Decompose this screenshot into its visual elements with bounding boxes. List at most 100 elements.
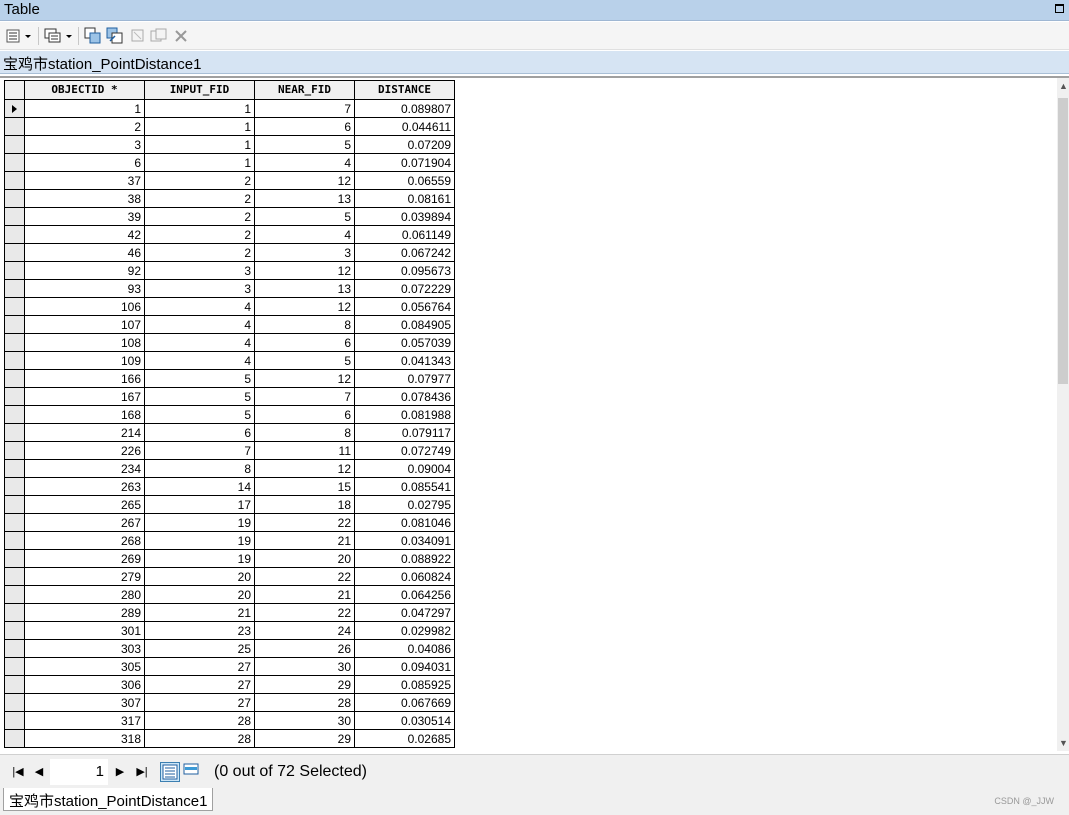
cell-near-fid[interactable]: 15 (254, 477, 355, 496)
cell-input-fid[interactable]: 27 (144, 693, 255, 712)
cell-distance[interactable]: 0.08161 (354, 189, 455, 208)
cell-objectid[interactable]: 46 (24, 243, 145, 262)
cell-objectid[interactable]: 37 (24, 171, 145, 190)
cell-input-fid[interactable]: 28 (144, 711, 255, 730)
cell-near-fid[interactable]: 28 (254, 693, 355, 712)
cell-input-fid[interactable]: 4 (144, 315, 255, 334)
cell-near-fid[interactable]: 20 (254, 549, 355, 568)
table-row[interactable]: 226 7 11 0.072749 (4, 441, 455, 460)
cell-input-fid[interactable]: 19 (144, 531, 255, 550)
cell-objectid[interactable]: 214 (24, 423, 145, 442)
table-row[interactable]: 234 8 12 0.09004 (4, 459, 455, 478)
cell-objectid[interactable]: 226 (24, 441, 145, 460)
table-row[interactable]: 42 2 4 0.061149 (4, 225, 455, 244)
row-selector[interactable] (4, 333, 25, 352)
cell-distance[interactable]: 0.085541 (354, 477, 455, 496)
select-by-attributes-icon[interactable] (84, 27, 102, 45)
cell-objectid[interactable]: 42 (24, 225, 145, 244)
next-record-icon[interactable]: ▶ (112, 764, 128, 780)
cell-near-fid[interactable]: 11 (254, 441, 355, 460)
row-selector[interactable] (4, 531, 25, 550)
table-row[interactable]: 107 4 8 0.084905 (4, 315, 455, 334)
cell-input-fid[interactable]: 14 (144, 477, 255, 496)
last-record-icon[interactable]: ▶| (134, 764, 150, 780)
cell-input-fid[interactable]: 2 (144, 225, 255, 244)
table-row[interactable]: 317 28 30 0.030514 (4, 711, 455, 730)
cell-objectid[interactable]: 289 (24, 603, 145, 622)
row-selector[interactable] (4, 567, 25, 586)
row-selector[interactable] (4, 387, 25, 406)
maximize-icon[interactable] (1055, 4, 1064, 13)
cell-near-fid[interactable]: 13 (254, 279, 355, 298)
column-header-input-fid[interactable]: INPUT_FID (144, 80, 255, 100)
cell-distance[interactable]: 0.029982 (354, 621, 455, 640)
cell-distance[interactable]: 0.072749 (354, 441, 455, 460)
table-row[interactable]: 38 2 13 0.08161 (4, 189, 455, 208)
cell-objectid[interactable]: 307 (24, 693, 145, 712)
cell-distance[interactable]: 0.072229 (354, 279, 455, 298)
cell-near-fid[interactable]: 30 (254, 711, 355, 730)
cell-near-fid[interactable]: 29 (254, 729, 355, 748)
cell-near-fid[interactable]: 30 (254, 657, 355, 676)
row-selector[interactable] (4, 99, 25, 118)
table-row[interactable]: 92 3 12 0.095673 (4, 261, 455, 280)
row-selector[interactable] (4, 639, 25, 658)
cell-near-fid[interactable]: 24 (254, 621, 355, 640)
cell-objectid[interactable]: 39 (24, 207, 145, 226)
cell-input-fid[interactable]: 1 (144, 135, 255, 154)
row-selector[interactable] (4, 171, 25, 190)
row-selector[interactable] (4, 657, 25, 676)
cell-objectid[interactable]: 305 (24, 657, 145, 676)
cell-near-fid[interactable]: 6 (254, 333, 355, 352)
cell-input-fid[interactable]: 5 (144, 387, 255, 406)
row-selector[interactable] (4, 351, 25, 370)
cell-objectid[interactable]: 303 (24, 639, 145, 658)
cell-near-fid[interactable]: 12 (254, 261, 355, 280)
cell-objectid[interactable]: 301 (24, 621, 145, 640)
first-record-icon[interactable]: |◀ (10, 764, 26, 780)
table-tab[interactable]: 宝鸡市station_PointDistance1 (3, 788, 214, 811)
cell-distance[interactable]: 0.094031 (354, 657, 455, 676)
row-selector[interactable] (4, 711, 25, 730)
cell-input-fid[interactable]: 3 (144, 261, 255, 280)
cell-input-fid[interactable]: 20 (144, 567, 255, 586)
row-selector[interactable] (4, 279, 25, 298)
clear-selection-icon[interactable] (130, 27, 146, 45)
cell-objectid[interactable]: 269 (24, 549, 145, 568)
table-row[interactable]: 106 4 12 0.056764 (4, 297, 455, 316)
row-selector[interactable] (4, 225, 25, 244)
cell-distance[interactable]: 0.057039 (354, 333, 455, 352)
row-selector[interactable] (4, 297, 25, 316)
scroll-down-icon[interactable]: ▼ (1059, 739, 1068, 748)
row-selector[interactable] (4, 621, 25, 640)
cell-distance[interactable]: 0.067669 (354, 693, 455, 712)
row-selector[interactable] (4, 693, 25, 712)
cell-objectid[interactable]: 279 (24, 567, 145, 586)
cell-input-fid[interactable]: 6 (144, 423, 255, 442)
cell-input-fid[interactable]: 28 (144, 729, 255, 748)
cell-input-fid[interactable]: 4 (144, 333, 255, 352)
cell-input-fid[interactable]: 5 (144, 405, 255, 424)
cell-input-fid[interactable]: 19 (144, 549, 255, 568)
cell-objectid[interactable]: 265 (24, 495, 145, 514)
cell-objectid[interactable]: 306 (24, 675, 145, 694)
row-selector[interactable] (4, 477, 25, 496)
table-row[interactable]: 39 2 5 0.039894 (4, 207, 455, 226)
cell-distance[interactable]: 0.088922 (354, 549, 455, 568)
cell-distance[interactable]: 0.06559 (354, 171, 455, 190)
row-selector[interactable] (4, 315, 25, 334)
cell-near-fid[interactable]: 12 (254, 171, 355, 190)
cell-input-fid[interactable]: 20 (144, 585, 255, 604)
cell-objectid[interactable]: 167 (24, 387, 145, 406)
cell-near-fid[interactable]: 22 (254, 567, 355, 586)
cell-input-fid[interactable]: 2 (144, 207, 255, 226)
row-selector[interactable] (4, 243, 25, 262)
cell-near-fid[interactable]: 18 (254, 495, 355, 514)
header-selector[interactable] (4, 80, 25, 100)
cell-distance[interactable]: 0.081988 (354, 405, 455, 424)
cell-near-fid[interactable]: 21 (254, 531, 355, 550)
cell-distance[interactable]: 0.02795 (354, 495, 455, 514)
table-row[interactable]: 46 2 3 0.067242 (4, 243, 455, 262)
cell-input-fid[interactable]: 25 (144, 639, 255, 658)
previous-record-icon[interactable]: ◀ (31, 764, 47, 780)
